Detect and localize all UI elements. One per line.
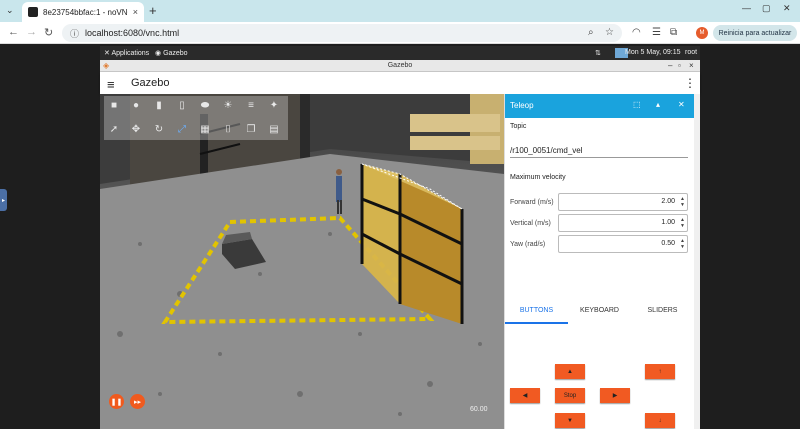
- collapse-icon[interactable]: ▴: [656, 100, 660, 109]
- sphere-shape-icon[interactable]: ●: [129, 98, 143, 112]
- gazebo-window: ◈ Gazebo – ▫ × ≡ Gazebo ⋮ ■ ● ▮ ▯ ⬬ ☀ ≡ …: [100, 60, 700, 429]
- zoom-icon[interactable]: ⌕: [588, 27, 594, 38]
- profile-avatar[interactable]: M: [696, 27, 708, 39]
- yaw-velocity-input[interactable]: 0.50 ▲ ▼: [558, 235, 688, 253]
- tab-title: 8e23754bbfac:1 - noVNC: [43, 7, 128, 17]
- tab-buttons[interactable]: BUTTONS: [505, 300, 568, 324]
- minimize-icon[interactable]: —: [742, 3, 751, 13]
- scene-3d[interactable]: ■ ● ▮ ▯ ⬬ ☀ ≡ ✦ ➚ ✥ ↻ ⤢ ▦ ⌷ ❐ ▤ ❚❚ ▸▸ 60…: [100, 94, 504, 429]
- bookmark-star-icon[interactable]: ☆: [605, 27, 614, 38]
- ascend-button[interactable]: ↑: [645, 364, 675, 379]
- max-velocity-label: Maximum velocity: [510, 174, 566, 181]
- novnc-sidebar-handle[interactable]: ▸: [0, 189, 7, 211]
- dock-icon[interactable]: ⬚: [633, 100, 641, 109]
- capsule-shape-icon[interactable]: ▯: [175, 98, 189, 112]
- gazebo-close-icon[interactable]: ×: [689, 61, 694, 70]
- spinner-icon[interactable]: ▲ ▼: [680, 217, 685, 229]
- extension-icon[interactable]: ◠: [632, 27, 641, 38]
- teleop-panel: Teleop ⬚ ▴ ✕ Topic /r100_0051/cmd_vel Ma…: [504, 94, 695, 429]
- novnc-favicon-icon: [28, 7, 38, 17]
- update-button[interactable]: Reinicia para actualizar: [713, 25, 797, 41]
- rotate-mode-icon[interactable]: ↻: [152, 122, 166, 136]
- panel-user: root: [685, 49, 698, 56]
- browser-tab[interactable]: 8e23754bbfac:1 - noVNC ×: [22, 2, 144, 22]
- applications-menu[interactable]: ✕ Applications: [104, 49, 149, 57]
- gazebo-titlebar: ◈ Gazebo – ▫ ×: [100, 60, 700, 72]
- menu-icon[interactable]: ≡: [107, 77, 115, 92]
- descend-button[interactable]: ↓: [645, 413, 675, 428]
- panel-clock: Mon 5 May, 09:15: [625, 49, 681, 56]
- pause-icon[interactable]: ❚❚: [109, 394, 124, 409]
- turn-left-button[interactable]: ◀: [510, 388, 540, 403]
- tab-groups-icon[interactable]: ☰: [652, 27, 661, 38]
- grid-snap-icon[interactable]: ▦: [198, 122, 212, 136]
- forward-icon[interactable]: →: [26, 26, 37, 38]
- extensions-puzzle-icon[interactable]: ⧉: [670, 27, 677, 38]
- maximize-icon[interactable]: ▢: [762, 3, 771, 14]
- browser-navbar: ← → ↻ ⓘ localhost:6080/vnc.html ⌕ ☆ ◠ ☰ …: [0, 22, 800, 44]
- paste-icon[interactable]: ▤: [267, 122, 281, 136]
- gazebo-maximize-icon[interactable]: ▫: [678, 61, 681, 70]
- tab-search-icon[interactable]: ⌄: [6, 5, 14, 16]
- more-options-icon[interactable]: ⋮: [684, 76, 696, 90]
- backward-button[interactable]: ▼: [555, 413, 585, 428]
- tab-keyboard[interactable]: KEYBOARD: [568, 300, 631, 324]
- translate-mode-icon[interactable]: ✥: [129, 122, 143, 136]
- directional-light-icon[interactable]: ≡: [244, 98, 258, 112]
- gazebo-app-title: Gazebo: [131, 77, 170, 89]
- warehouse-render: [100, 94, 504, 429]
- stop-button[interactable]: Stop: [555, 388, 585, 403]
- reload-icon[interactable]: ↻: [44, 26, 53, 39]
- fps-readout: 60.00: [470, 406, 488, 413]
- network-icon: ⇅: [595, 50, 601, 57]
- spinner-icon[interactable]: ▲ ▼: [680, 196, 685, 208]
- new-tab-button[interactable]: +: [149, 3, 157, 18]
- address-bar[interactable]: ⓘ localhost:6080/vnc.html: [62, 24, 622, 42]
- forward-velocity-input[interactable]: 2.00 ▲ ▼: [558, 193, 688, 211]
- yaw-velocity-label: Yaw (rad/s): [510, 241, 546, 248]
- teleop-header: Teleop ⬚ ▴ ✕: [505, 94, 695, 118]
- site-info-icon[interactable]: ⓘ: [70, 27, 79, 40]
- teleop-title: Teleop: [510, 101, 534, 110]
- url-text: localhost:6080/vnc.html: [85, 28, 180, 38]
- copy-icon[interactable]: ❐: [244, 122, 258, 136]
- teleop-close-icon[interactable]: ✕: [678, 100, 685, 109]
- desktop-panel: ✕ Applications ◉ Gazebo ⇅ Mon 5 May, 09:…: [100, 46, 700, 60]
- transform-control-icon[interactable]: ⤢: [175, 122, 189, 136]
- forward-button[interactable]: ▲: [555, 364, 585, 379]
- topic-input[interactable]: /r100_0051/cmd_vel: [510, 146, 688, 158]
- teleop-scrollbar[interactable]: [694, 94, 700, 429]
- control-tabs: BUTTONS KEYBOARD SLIDERS: [505, 300, 695, 324]
- cylinder-shape-icon[interactable]: ▮: [152, 98, 166, 112]
- gazebo-window-title: Gazebo: [387, 62, 413, 69]
- screenshot-camera-icon[interactable]: ⌷: [221, 122, 235, 136]
- gazebo-appbar: ≡ Gazebo ⋮: [100, 72, 700, 94]
- close-window-icon[interactable]: ✕: [783, 3, 791, 14]
- scene-toolbar: ■ ● ▮ ▯ ⬬ ☀ ≡ ✦ ➚ ✥ ↻ ⤢ ▦ ⌷ ❐ ▤: [104, 96, 288, 140]
- spinner-icon[interactable]: ▲ ▼: [680, 238, 685, 250]
- gazebo-minimize-icon[interactable]: –: [668, 61, 672, 70]
- sun-light-icon[interactable]: ☀: [221, 98, 235, 112]
- tab-sliders[interactable]: SLIDERS: [631, 300, 694, 324]
- vertical-velocity-label: Vertical (m/s): [510, 220, 551, 227]
- vertical-velocity-input[interactable]: 1.00 ▲ ▼: [558, 214, 688, 232]
- taskbar-gazebo[interactable]: ◉ Gazebo: [155, 49, 188, 57]
- spot-light-icon[interactable]: ✦: [267, 98, 281, 112]
- box-shape-icon[interactable]: ■: [107, 98, 121, 112]
- turn-right-button[interactable]: ▶: [600, 388, 630, 403]
- back-icon[interactable]: ←: [8, 26, 19, 38]
- tab-close-icon[interactable]: ×: [133, 7, 138, 17]
- forward-velocity-label: Forward (m/s): [510, 199, 554, 206]
- step-icon[interactable]: ▸▸: [130, 394, 145, 409]
- ellipsoid-shape-icon[interactable]: ⬬: [198, 98, 212, 112]
- browser-tabbar: ⌄ 8e23754bbfac:1 - noVNC × + — ▢ ✕: [0, 0, 800, 22]
- select-mode-icon[interactable]: ➚: [107, 122, 121, 136]
- topic-label: Topic: [510, 123, 527, 130]
